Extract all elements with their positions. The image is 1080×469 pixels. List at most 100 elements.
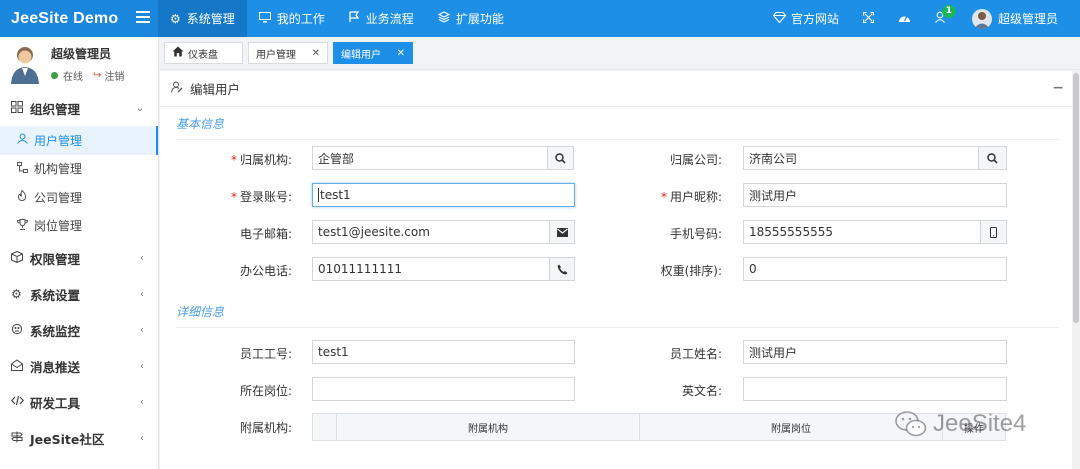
english-name-input[interactable] (743, 377, 1007, 401)
top-nav: ⚙ 系统管理 我的工作 业务流程 扩展功能 (158, 0, 516, 37)
office-input[interactable]: 企管部 (312, 146, 548, 170)
office-label: * 归属机构: (230, 153, 292, 167)
post-label: 所在岗位: (239, 384, 292, 398)
official-website-link[interactable]: 官方网站 (761, 0, 851, 37)
sidebar-group-message[interactable]: 消息推送 ‹ (0, 348, 158, 384)
logout-icon[interactable]: ↪ (93, 70, 101, 81)
email-input[interactable]: test1@jeesite.com (312, 220, 550, 244)
emp-name-input[interactable]: 测试用户 (743, 340, 1007, 364)
mobile-input[interactable]: 18555555555 (743, 220, 981, 244)
content-scrollbar[interactable] (1072, 71, 1080, 469)
form-row: 所在岗位: 英文名: (160, 376, 1072, 413)
diamond-icon (772, 11, 787, 26)
cubes-icon (11, 250, 25, 266)
emp-code-label: 员工工号: (239, 347, 292, 361)
post-input[interactable] (312, 377, 575, 401)
text-caret (318, 188, 319, 202)
close-icon[interactable]: ✕ (312, 48, 320, 59)
sidebar-item-users[interactable]: 用户管理 (0, 126, 158, 155)
search-icon (555, 152, 566, 164)
login-code-label: * 登录账号: (230, 190, 292, 204)
topnav-flow[interactable]: 业务流程 (337, 0, 426, 37)
email-label: 电子邮箱: (239, 227, 292, 241)
fire-icon (17, 189, 30, 204)
notification-badge: 1 (941, 5, 956, 18)
company-search-button[interactable] (978, 146, 1007, 170)
sidebar-group-label: 系统设置 (30, 287, 81, 303)
office-search-button[interactable] (547, 146, 574, 170)
form-row: * 归属机构: 企管部 归属公司: 济南公司 (160, 145, 1072, 182)
sidebar-item-label: 岗位管理 (34, 219, 83, 234)
section-detail-info: 详细信息 (176, 295, 1059, 328)
sidebar-group-monitor[interactable]: 系统监控 ‹ (0, 312, 158, 348)
tab-user-manage[interactable]: 用户管理 ✕ (248, 42, 328, 64)
logout-link[interactable]: 注销 (104, 68, 124, 83)
sidebar-group-permission[interactable]: 权限管理 ‹ (0, 240, 158, 276)
dashboard-button[interactable] (886, 0, 923, 37)
envelope-icon (556, 227, 568, 237)
code-icon (10, 395, 25, 409)
avatar (971, 8, 992, 29)
sidebar-group-devtools[interactable]: 研发工具 ‹ (0, 384, 158, 420)
scrollbar-thumb[interactable] (1073, 73, 1079, 323)
emp-name-label: 员工姓名: (669, 347, 722, 361)
sidebar-item-offices[interactable]: 机构管理 (0, 155, 158, 184)
sidebar-item-posts[interactable]: 岗位管理 (0, 212, 158, 241)
sidebar-group-community[interactable]: JeeSite社区 ‹ (0, 420, 158, 456)
sidebar-item-companies[interactable]: 公司管理 (0, 183, 158, 212)
watermark-text: JeeSite4 (933, 410, 1027, 437)
tab-label: 仪表盘 (188, 49, 218, 61)
tab-label: 用户管理 (256, 49, 296, 61)
section-basic-info: 基本信息 (176, 107, 1059, 140)
weight-input[interactable]: 0 (743, 257, 1007, 281)
user-menu[interactable]: 超级管理员 (960, 0, 1070, 37)
org-tree-icon (17, 161, 30, 176)
chevron-left-icon: ‹ (140, 396, 144, 408)
table-header-office: 附属机构 (337, 414, 640, 440)
user-icon (17, 133, 30, 147)
sidebar-item-label: 用户管理 (34, 133, 83, 148)
gear-icon: ⚙ (170, 11, 181, 26)
dashboard-icon (898, 12, 911, 26)
company-input[interactable]: 济南公司 (743, 146, 979, 170)
sidebar-group-org[interactable]: 组织管理 ⌄ (0, 90, 158, 126)
phone-icon (557, 264, 567, 274)
sidebar-group-settings[interactable]: ⚙ 系统设置 ‹ (0, 276, 158, 312)
sidebar-group-label: 权限管理 (30, 251, 81, 267)
mobile-addon (980, 220, 1007, 244)
topnav-extend[interactable]: 扩展功能 (426, 0, 516, 37)
tab-edit-user[interactable]: 编辑用户 ✕ (333, 42, 413, 64)
layers-icon (437, 11, 451, 26)
avatar (8, 44, 42, 84)
menu-toggle-icon[interactable] (136, 10, 156, 28)
nickname-input[interactable]: 测试用户 (743, 183, 1007, 207)
phone-input[interactable]: 01011111111 (312, 257, 550, 281)
tab-dashboard[interactable]: 仪表盘 (164, 42, 243, 64)
trophy-icon (16, 218, 30, 233)
login-code-input[interactable]: test1 (312, 183, 575, 207)
topnav-mywork[interactable]: 我的工作 (247, 0, 337, 37)
weight-label: 权重(排序): (660, 264, 722, 278)
page-title: 编辑用户 (190, 82, 241, 97)
company-label: 归属公司: (669, 153, 722, 167)
sidebar-group-label: JeeSite社区 (30, 431, 105, 447)
user-edit-icon (171, 81, 183, 96)
fullscreen-icon (862, 11, 875, 26)
collapse-icon[interactable]: − (1052, 80, 1064, 96)
notifications-button[interactable]: 1 (923, 0, 960, 37)
online-status-icon (51, 71, 58, 79)
grid-icon (11, 100, 25, 116)
chevron-left-icon: ‹ (140, 288, 144, 300)
close-icon[interactable]: ✕ (397, 48, 405, 59)
emp-code-input[interactable]: test1 (312, 340, 575, 364)
top-navbar: JeeSite Demo ⚙ 系统管理 我的工作 业务流程 扩展功能 官方网站 … (0, 0, 1080, 37)
topnav-label: 业务流程 (365, 12, 414, 26)
website-label: 官方网站 (790, 12, 839, 26)
fullscreen-button[interactable] (851, 0, 886, 37)
topnav-system[interactable]: ⚙ 系统管理 (158, 0, 247, 37)
sidebar-group-label: 研发工具 (30, 395, 81, 411)
search-icon (987, 152, 998, 164)
brand-logo[interactable]: JeeSite Demo (0, 0, 158, 37)
home-icon (172, 46, 184, 60)
sidebar: 超级管理员 在线 ↪ 注销 组织管理 ⌄ 用户管理 机构管理 公司管理 岗位管理… (0, 37, 159, 469)
